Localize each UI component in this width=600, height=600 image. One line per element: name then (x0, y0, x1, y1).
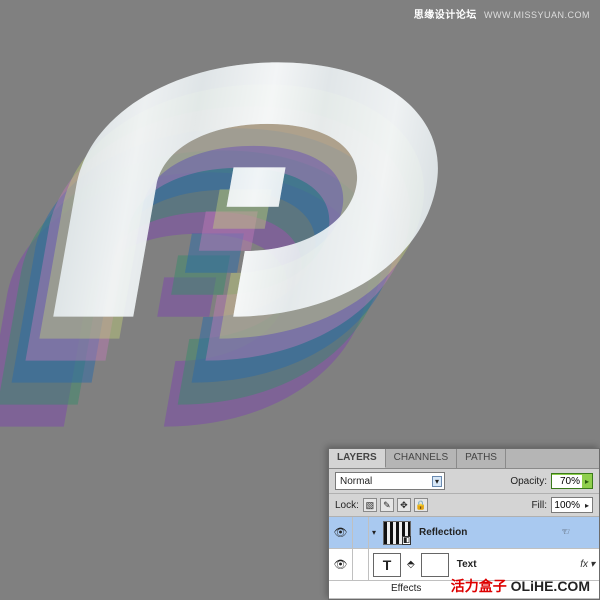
lock-transparent-icon[interactable]: ▧ (363, 498, 377, 512)
fx-twirl-icon[interactable]: ▾ (590, 559, 595, 570)
visibility-toggle[interactable]: 👁 (329, 549, 353, 580)
lock-all-icon[interactable]: 🔒 (414, 498, 428, 512)
chevron-down-icon: ▾ (432, 476, 442, 487)
watermark-top: 思缘设计论坛 WWW.MISSYUAN.COM (414, 6, 590, 21)
lock-label: Lock: (335, 500, 359, 511)
hand-cursor-icon: ☜ (560, 527, 569, 538)
effects-label: Effects (391, 583, 421, 594)
visibility-toggle[interactable]: 👁 (329, 517, 353, 548)
canvas-artwork (30, 40, 510, 470)
tab-channels[interactable]: CHANNELS (386, 449, 457, 468)
mask-link-icon[interactable]: ⬘ (407, 559, 415, 570)
watermark-bottom: 活力盒子 OLiHE.COM (451, 576, 590, 596)
layer-row-reflection[interactable]: 👁 ▾ ◧ Reflection ☜ (329, 517, 599, 549)
layer-name-label[interactable]: Reflection (419, 527, 467, 538)
fill-value-field[interactable] (552, 499, 582, 512)
opacity-input[interactable]: ▸ (551, 473, 593, 489)
fx-indicator[interactable]: fx ▾ (580, 559, 595, 570)
lock-fill-row: Lock: ▧ ✎ ✥ 🔒 Fill: ▸ (329, 494, 599, 517)
watermark-top-en: WWW.MISSYUAN.COM (484, 10, 590, 20)
fill-label: Fill: (531, 500, 547, 511)
lock-icon-group: ▧ ✎ ✥ 🔒 (363, 498, 428, 512)
watermark-bottom-red: 活力盒子 (451, 578, 507, 594)
blend-mode-value: Normal (340, 476, 372, 487)
eye-icon: 👁 (334, 558, 348, 571)
blend-mode-select[interactable]: Normal ▾ (335, 472, 445, 490)
link-col (353, 517, 369, 548)
layer-thumbnail[interactable]: ◧ (383, 521, 411, 545)
fx-label: fx (580, 559, 588, 570)
watermark-top-cn: 思缘设计论坛 (414, 10, 477, 21)
opacity-arrow-icon[interactable]: ▸ (582, 477, 592, 486)
fill-input[interactable]: ▸ (551, 497, 593, 513)
type-layer-icon: T (383, 557, 392, 573)
opacity-value-field[interactable] (552, 475, 582, 488)
layer-thumbnail-type[interactable]: T (373, 553, 401, 577)
layer-name-label[interactable]: Text (457, 559, 477, 570)
fill-arrow-icon[interactable]: ▸ (582, 501, 592, 510)
watermark-bottom-rest: OLiHE.COM (507, 578, 590, 594)
tab-layers[interactable]: LAYERS (329, 449, 386, 468)
layer-mask-thumbnail[interactable] (421, 553, 449, 577)
lock-pixels-icon[interactable]: ✎ (380, 498, 394, 512)
eye-icon: 👁 (334, 526, 348, 539)
link-col (353, 549, 369, 580)
lock-position-icon[interactable]: ✥ (397, 498, 411, 512)
blend-opacity-row: Normal ▾ Opacity: ▸ (329, 469, 599, 494)
panel-tabs: LAYERS CHANNELS PATHS (329, 449, 599, 469)
opacity-label: Opacity: (510, 476, 547, 487)
tab-paths[interactable]: PATHS (457, 449, 506, 468)
twirl-icon[interactable]: ▾ (369, 528, 379, 537)
smart-object-badge-icon: ◧ (402, 536, 411, 545)
